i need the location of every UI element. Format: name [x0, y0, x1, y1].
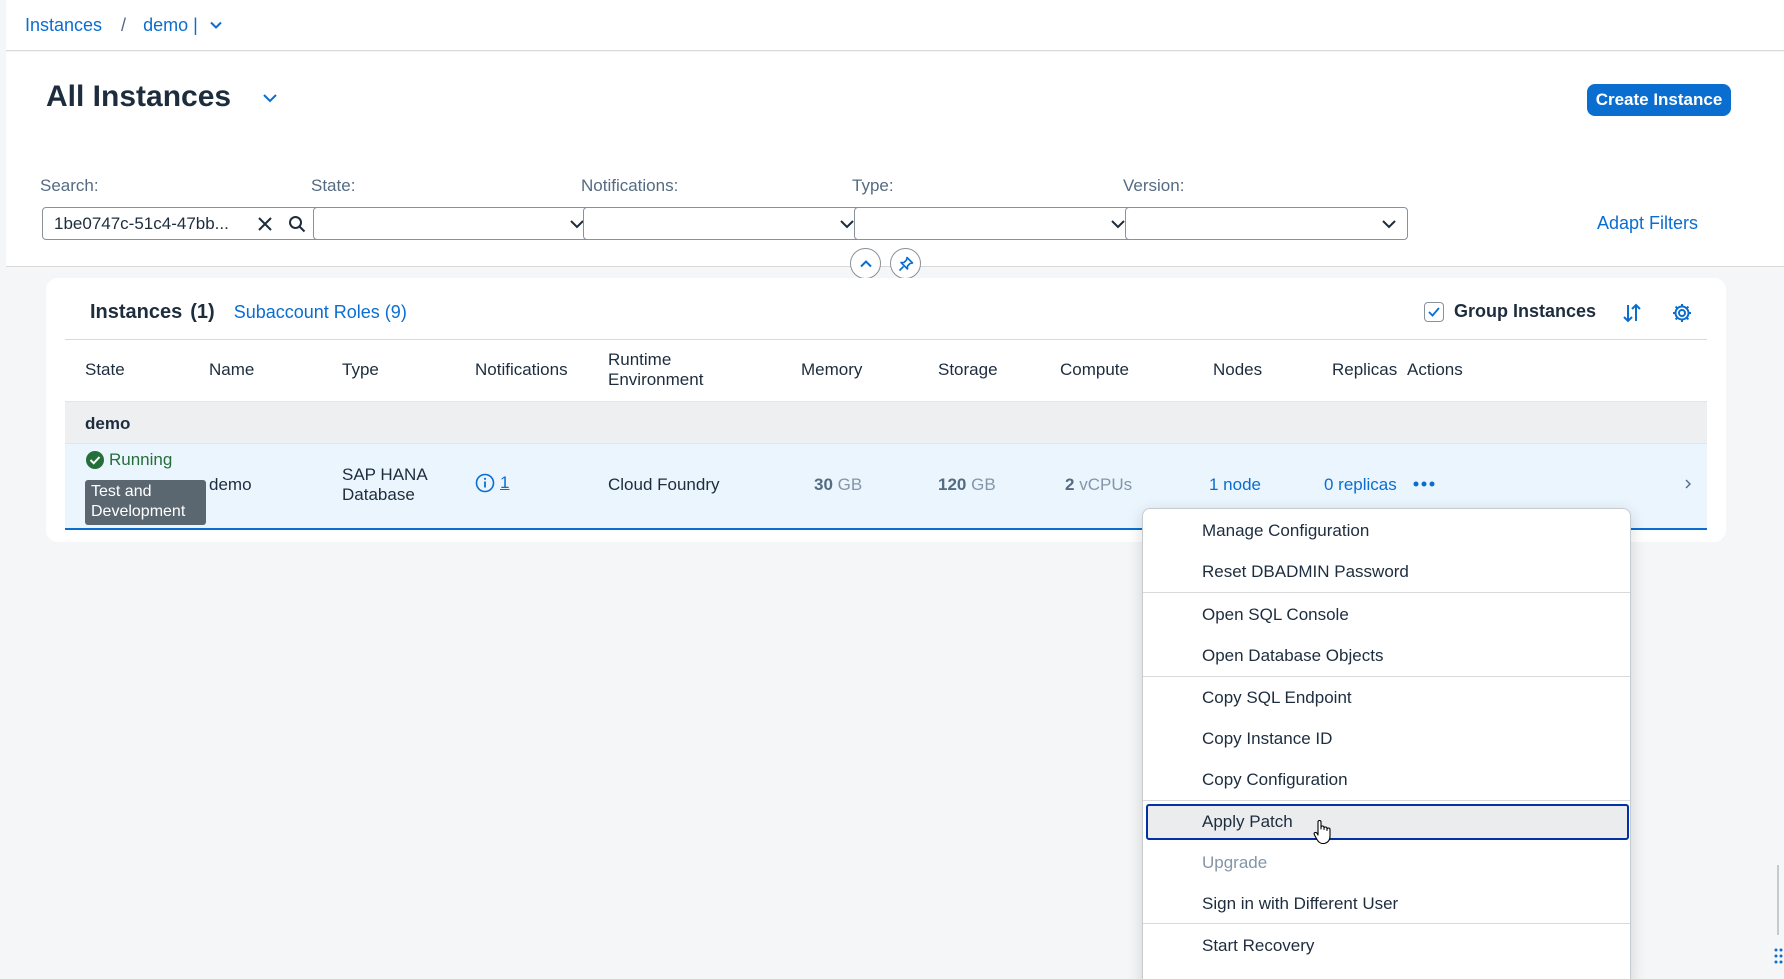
notifications-select[interactable] — [583, 207, 866, 240]
environment-tag: Test and Development — [85, 480, 206, 525]
chevron-down-icon[interactable] — [260, 88, 280, 108]
version-label: Version: — [1123, 176, 1185, 195]
tag-line1: Test and — [91, 483, 152, 500]
runtime-header-line1: Runtime — [608, 350, 672, 369]
nodes-link[interactable]: 1 node — [1209, 475, 1261, 495]
column-header-runtime[interactable]: Runtime Environment — [608, 350, 703, 390]
column-header-state[interactable]: State — [85, 360, 125, 380]
column-header-type[interactable]: Type — [342, 360, 379, 380]
menu-item-open-sql-console[interactable]: Open SQL Console — [1143, 597, 1630, 633]
pin-icon — [898, 256, 913, 271]
type-line2: Database — [342, 485, 415, 504]
menu-item-apply-patch[interactable]: Apply Patch — [1146, 804, 1629, 840]
chevron-up-icon — [859, 259, 872, 267]
menu-separator — [1143, 923, 1630, 924]
storage-value: 120 GB — [938, 475, 996, 494]
column-header-compute[interactable]: Compute — [1060, 360, 1129, 380]
column-header-name[interactable]: Name — [209, 360, 254, 380]
search-input[interactable]: 1be0747c-51c4-47bb... — [42, 207, 325, 240]
version-select[interactable] — [1125, 207, 1408, 240]
runtime-header-line2: Environment — [608, 370, 704, 389]
search-label: Search: — [40, 176, 99, 195]
column-header-storage[interactable]: Storage — [938, 360, 998, 380]
breadcrumb-separator: / — [121, 14, 127, 35]
checkbox — [1424, 301, 1444, 322]
menu-separator — [1143, 800, 1630, 801]
tag-line2: Development — [91, 503, 186, 520]
chevron-down-icon — [1382, 219, 1396, 228]
scrollbar[interactable] — [1777, 865, 1779, 935]
table-count: (1) — [190, 301, 215, 323]
chevron-down-icon — [840, 219, 854, 228]
menu-item-copy-instance-id[interactable]: Copy Instance ID — [1143, 721, 1630, 757]
notifications-label: Notifications: — [581, 176, 679, 195]
state-label: State: — [311, 176, 356, 195]
sort-icon[interactable] — [1619, 300, 1645, 326]
runtime-environment: Cloud Foundry — [608, 475, 720, 494]
group-title: demo — [85, 414, 131, 433]
pin-header-button[interactable] — [890, 248, 921, 279]
resize-grip-icon[interactable] — [1773, 944, 1784, 979]
search-value: 1be0747c-51c4-47bb... — [54, 213, 229, 233]
menu-item-copy-configuration[interactable]: Copy Configuration — [1143, 762, 1630, 798]
group-instances-checkbox[interactable]: Group Instances — [1424, 301, 1596, 322]
search-icon[interactable] — [284, 211, 310, 237]
menu-item-start-recovery[interactable]: Start Recovery — [1143, 928, 1630, 964]
menu-separator — [1143, 676, 1630, 677]
type-line1: SAP HANA — [342, 465, 428, 484]
collapse-header-button[interactable] — [850, 248, 881, 279]
notifications-cell: 1 — [475, 473, 509, 493]
column-header-notifications[interactable]: Notifications — [475, 360, 568, 380]
menu-item-manage-configuration[interactable]: Manage Configuration — [1143, 513, 1630, 549]
instances-table: Instances (1) Subaccount Roles (9) Group… — [46, 278, 1726, 542]
type-label: Type: — [852, 176, 894, 195]
success-check-icon — [86, 451, 104, 469]
menu-separator — [1143, 592, 1630, 593]
table-header-row: State Name Type Notifications Runtime En… — [65, 339, 1707, 402]
info-icon — [475, 473, 495, 493]
filter-header: All Instances Create Instance Search: 1b… — [6, 52, 1784, 279]
subaccount-roles-link[interactable]: Subaccount Roles (9) — [234, 302, 407, 323]
actions-menu: Manage Configuration Reset DBADMIN Passw… — [1142, 508, 1631, 979]
page-title: All Instances — [46, 80, 232, 113]
clear-icon[interactable] — [252, 211, 278, 237]
notifications-count-link[interactable]: 1 — [500, 473, 509, 493]
column-header-replicas[interactable]: Replicas — [1332, 360, 1397, 380]
type-select[interactable] — [854, 207, 1137, 240]
replicas-link[interactable]: 0 replicas — [1324, 475, 1397, 495]
state-text: Running — [109, 450, 173, 469]
chevron-right-icon[interactable] — [1680, 476, 1696, 492]
menu-item-reset-dbadmin-password[interactable]: Reset DBADMIN Password — [1143, 554, 1630, 590]
breadcrumb-current[interactable]: demo | — [143, 15, 198, 36]
column-header-nodes[interactable]: Nodes — [1213, 360, 1262, 380]
state-select[interactable] — [313, 207, 596, 240]
table-title: Instances — [90, 301, 183, 323]
breadcrumb-instances-link[interactable]: Instances — [25, 15, 102, 36]
table-toolbar: Instances (1) Subaccount Roles (9) — [90, 301, 407, 324]
chevron-down-icon — [1111, 219, 1125, 228]
menu-item-open-database-objects[interactable]: Open Database Objects — [1143, 638, 1630, 674]
adapt-filters-link[interactable]: Adapt Filters — [1597, 213, 1698, 234]
settings-gear-icon[interactable] — [1669, 300, 1695, 326]
breadcrumb: Instances / demo | — [6, 0, 1784, 51]
menu-item-upgrade: Upgrade — [1202, 853, 1268, 872]
chevron-down-icon[interactable] — [208, 17, 224, 33]
instance-type: SAP HANA Database — [342, 465, 428, 505]
compute-value: 2 vCPUs — [1065, 475, 1133, 494]
menu-item-sign-in-different-user[interactable]: Sign in with Different User — [1143, 886, 1630, 922]
column-header-memory[interactable]: Memory — [801, 360, 862, 380]
group-instances-label: Group Instances — [1454, 301, 1597, 321]
more-actions-icon[interactable] — [1411, 471, 1437, 497]
state-status: Running — [85, 450, 172, 470]
instance-name: demo — [209, 475, 252, 494]
checkmark-icon — [1428, 306, 1440, 317]
column-header-actions: Actions — [1407, 360, 1463, 379]
menu-item-copy-sql-endpoint[interactable]: Copy SQL Endpoint — [1143, 680, 1630, 716]
memory-value: 30 GB — [814, 475, 863, 494]
group-header-row[interactable]: demo — [65, 402, 1707, 444]
create-instance-button[interactable]: Create Instance — [1587, 84, 1731, 116]
hand-cursor-icon — [1313, 819, 1331, 845]
